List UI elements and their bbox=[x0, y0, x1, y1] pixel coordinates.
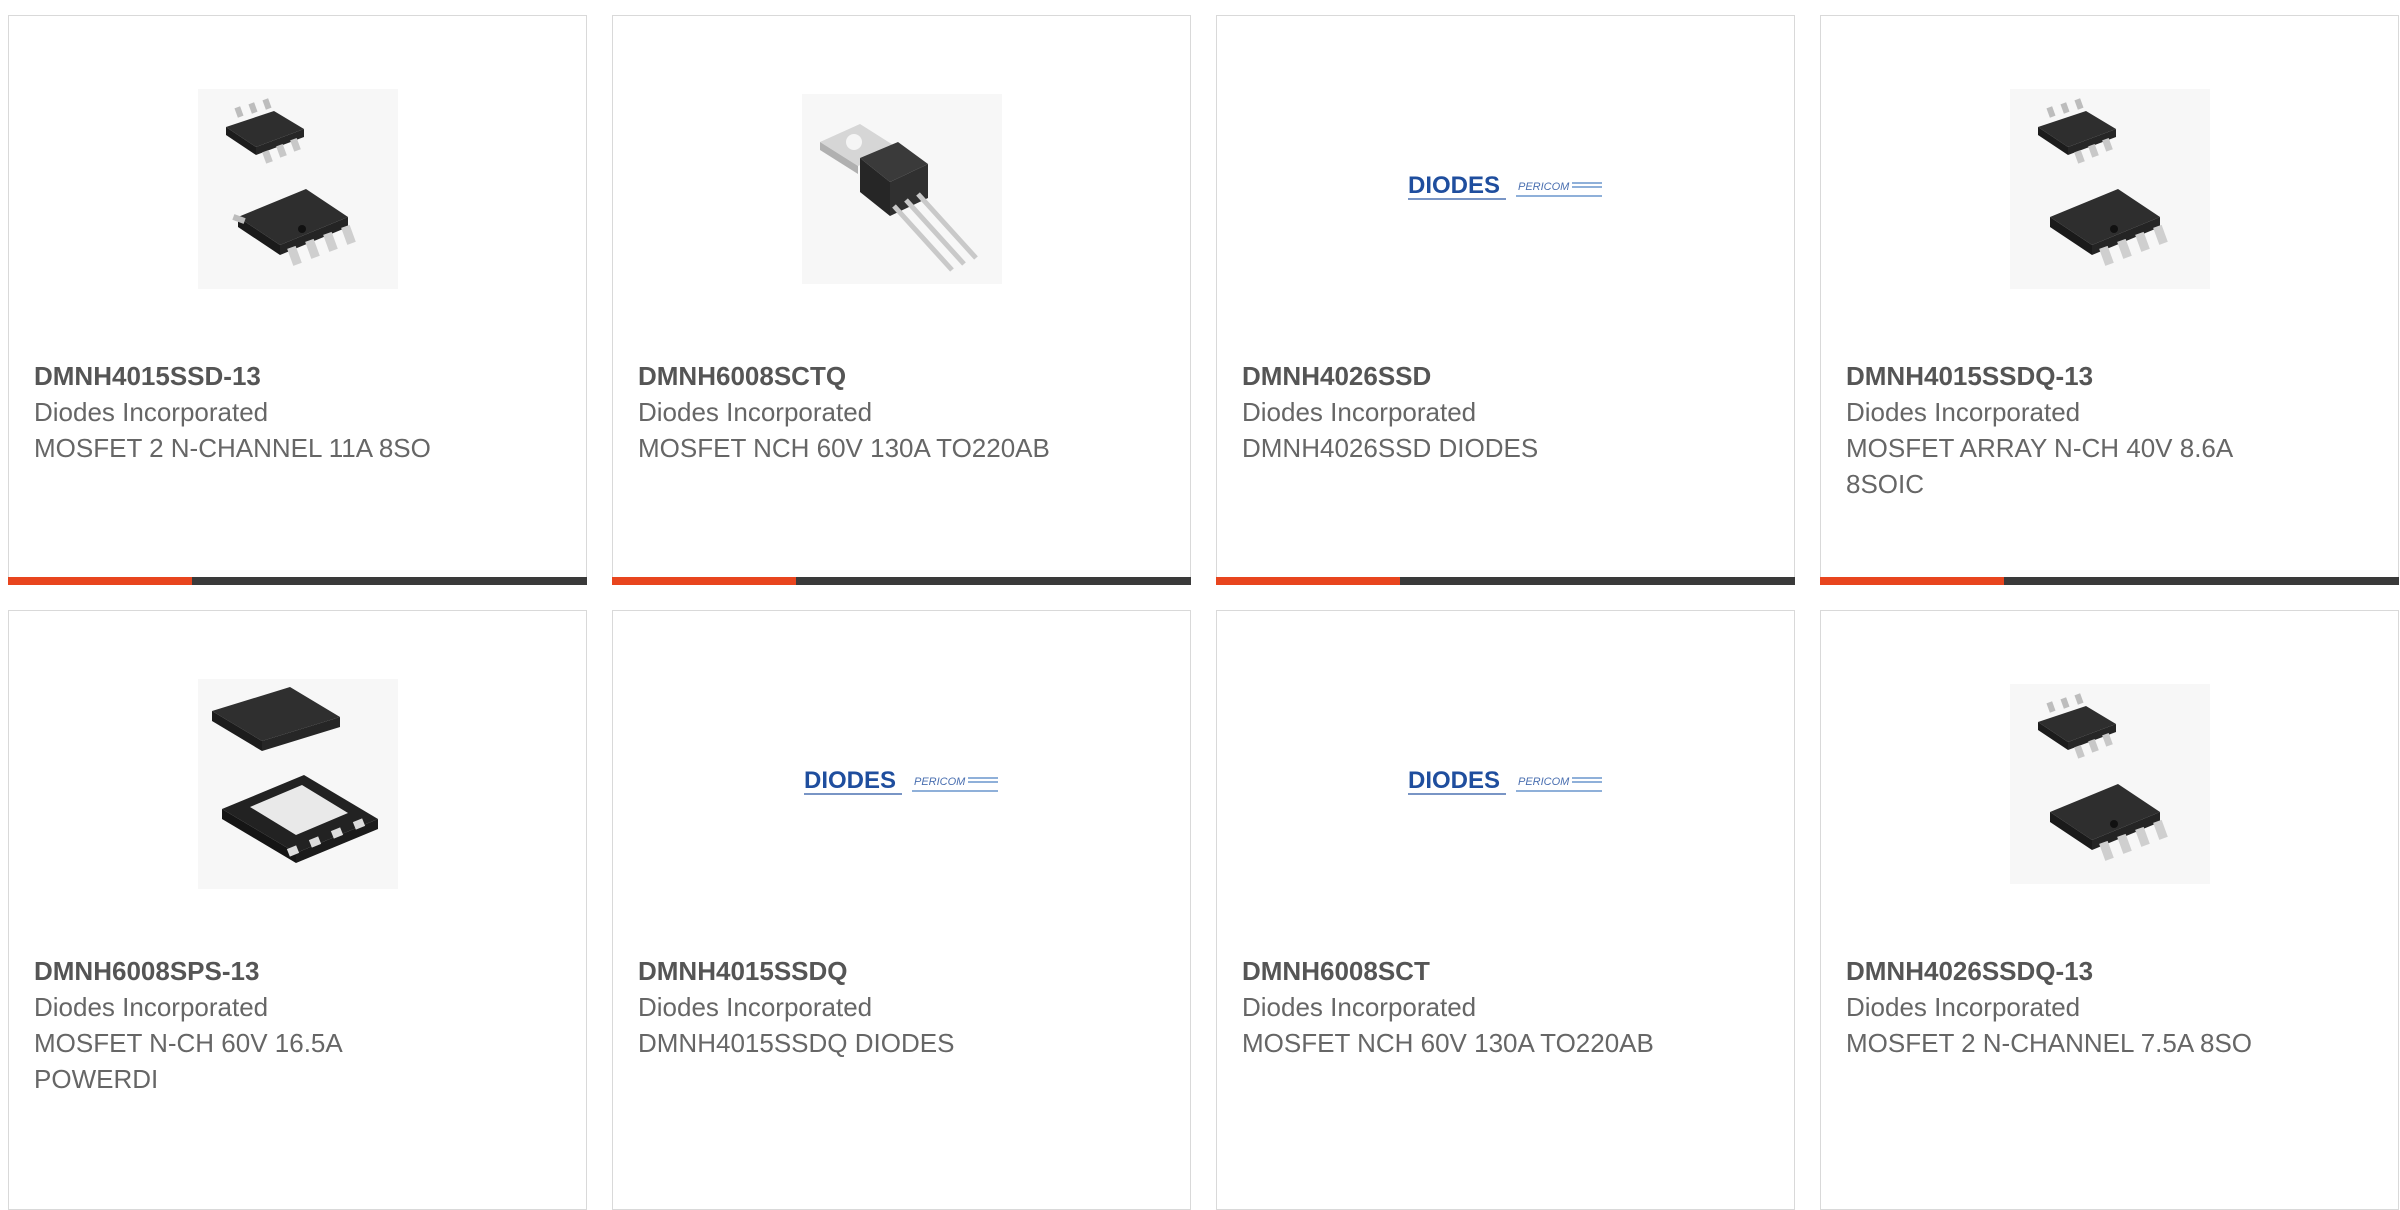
diodes-pericom-logo: DIODES PERICOM bbox=[1407, 767, 1602, 795]
description: MOSFET 2 N-CHANNEL 7.5A 8SO bbox=[1846, 1028, 2253, 1058]
card-accent bbox=[1216, 577, 1400, 585]
product-info: DMNH4015SSDQ Diodes Incorporated DMNH401… bbox=[638, 953, 1170, 1061]
part-number[interactable]: DMNH4026SSDQ-13 bbox=[1846, 953, 2378, 989]
so8-dual-package-icon bbox=[197, 88, 398, 289]
svg-text:PERICOM: PERICOM bbox=[914, 776, 966, 788]
diodes-pericom-logo: DIODES PERICOM bbox=[803, 767, 998, 795]
manufacturer: Diodes Incorporated bbox=[34, 397, 269, 427]
product-grid: DMNH4015SSD-13 Diodes Incorporated MOSFE… bbox=[8, 15, 2400, 1210]
card-accent bbox=[8, 577, 192, 585]
product-image[interactable]: DIODES PERICOM bbox=[613, 681, 1190, 886]
svg-text:DIODES: DIODES bbox=[804, 767, 896, 794]
manufacturer: Diodes Incorporated bbox=[638, 992, 873, 1022]
product-image[interactable] bbox=[1821, 681, 2398, 886]
card-footer-bar bbox=[8, 577, 587, 585]
product-image[interactable] bbox=[9, 86, 586, 291]
card-footer-bar bbox=[1216, 577, 1795, 585]
product-card[interactable]: DMNH4015SSD-13 Diodes Incorporated MOSFE… bbox=[8, 15, 587, 585]
product-card[interactable]: DIODES PERICOM DMNH4015SSDQ Diodes Incor… bbox=[612, 610, 1191, 1210]
product-info: DMNH6008SCTQ Diodes Incorporated MOSFET … bbox=[638, 358, 1170, 466]
product-card[interactable]: DMNH4026SSDQ-13 Diodes Incorporated MOSF… bbox=[1820, 610, 2399, 1210]
product-info: DMNH4015SSDQ-13 Diodes Incorporated MOSF… bbox=[1846, 358, 2378, 502]
to220-package-icon bbox=[801, 93, 1002, 284]
product-card[interactable]: DIODES PERICOM DMNH6008SCT Diodes Incorp… bbox=[1216, 610, 1795, 1210]
card-accent bbox=[1820, 577, 2004, 585]
part-number[interactable]: DMNH6008SPS-13 bbox=[34, 953, 566, 989]
part-number[interactable]: DMNH4015SSD-13 bbox=[34, 358, 566, 394]
product-image[interactable] bbox=[1821, 86, 2398, 291]
svg-text:DIODES: DIODES bbox=[1408, 767, 1500, 794]
svg-text:PERICOM: PERICOM bbox=[1518, 181, 1570, 193]
product-info: DMNH4015SSD-13 Diodes Incorporated MOSFE… bbox=[34, 358, 566, 466]
so8-dual-package-icon bbox=[2009, 88, 2210, 289]
description: DMNH4015SSDQ DIODES bbox=[638, 1028, 955, 1058]
product-image[interactable] bbox=[9, 678, 586, 889]
part-number[interactable]: DMNH4026SSD bbox=[1242, 358, 1774, 394]
description: MOSFET ARRAY N-CH 40V 8.6A 8SOIC bbox=[1846, 433, 2232, 499]
manufacturer: Diodes Incorporated bbox=[1846, 397, 2081, 427]
manufacturer: Diodes Incorporated bbox=[1242, 397, 1477, 427]
card-footer-bar bbox=[1820, 577, 2399, 585]
part-number[interactable]: DMNH4015SSDQ bbox=[638, 953, 1170, 989]
product-image[interactable] bbox=[613, 86, 1190, 291]
svg-text:DIODES: DIODES bbox=[1408, 172, 1500, 199]
part-number[interactable]: DMNH6008SCTQ bbox=[638, 358, 1170, 394]
product-info: DMNH6008SPS-13 Diodes Incorporated MOSFE… bbox=[34, 953, 566, 1097]
card-accent bbox=[612, 577, 796, 585]
product-image[interactable]: DIODES PERICOM bbox=[1217, 681, 1794, 886]
part-number[interactable]: DMNH4015SSDQ-13 bbox=[1846, 358, 2378, 394]
diodes-pericom-logo: DIODES PERICOM bbox=[1407, 172, 1602, 200]
product-card[interactable]: DMNH6008SPS-13 Diodes Incorporated MOSFE… bbox=[8, 610, 587, 1210]
product-info: DMNH4026SSDQ-13 Diodes Incorporated MOSF… bbox=[1846, 953, 2378, 1061]
card-footer-bar bbox=[612, 577, 1191, 585]
part-number[interactable]: DMNH6008SCT bbox=[1242, 953, 1774, 989]
product-image[interactable]: DIODES PERICOM bbox=[1217, 86, 1794, 291]
manufacturer: Diodes Incorporated bbox=[638, 397, 873, 427]
manufacturer: Diodes Incorporated bbox=[1242, 992, 1477, 1022]
product-info: DMNH4026SSD Diodes Incorporated DMNH4026… bbox=[1242, 358, 1774, 466]
description: MOSFET NCH 60V 130A TO220AB bbox=[638, 433, 1050, 463]
description: MOSFET N-CH 60V 16.5A POWERDI bbox=[34, 1028, 342, 1094]
product-card[interactable]: DMNH6008SCTQ Diodes Incorporated MOSFET … bbox=[612, 15, 1191, 585]
description: MOSFET NCH 60V 130A TO220AB bbox=[1242, 1028, 1654, 1058]
product-info: DMNH6008SCT Diodes Incorporated MOSFET N… bbox=[1242, 953, 1774, 1061]
svg-text:PERICOM: PERICOM bbox=[1518, 776, 1570, 788]
description: DMNH4026SSD DIODES bbox=[1242, 433, 1539, 463]
powerdi-package-icon bbox=[197, 678, 398, 889]
product-card[interactable]: DMNH4015SSDQ-13 Diodes Incorporated MOSF… bbox=[1820, 15, 2399, 585]
manufacturer: Diodes Incorporated bbox=[34, 992, 269, 1022]
manufacturer: Diodes Incorporated bbox=[1846, 992, 2081, 1022]
product-card[interactable]: DIODES PERICOM DMNH4026SSD Diodes Incorp… bbox=[1216, 15, 1795, 585]
so8-dual-package-icon bbox=[2009, 683, 2210, 884]
description: MOSFET 2 N-CHANNEL 11A 8SO bbox=[34, 433, 431, 463]
